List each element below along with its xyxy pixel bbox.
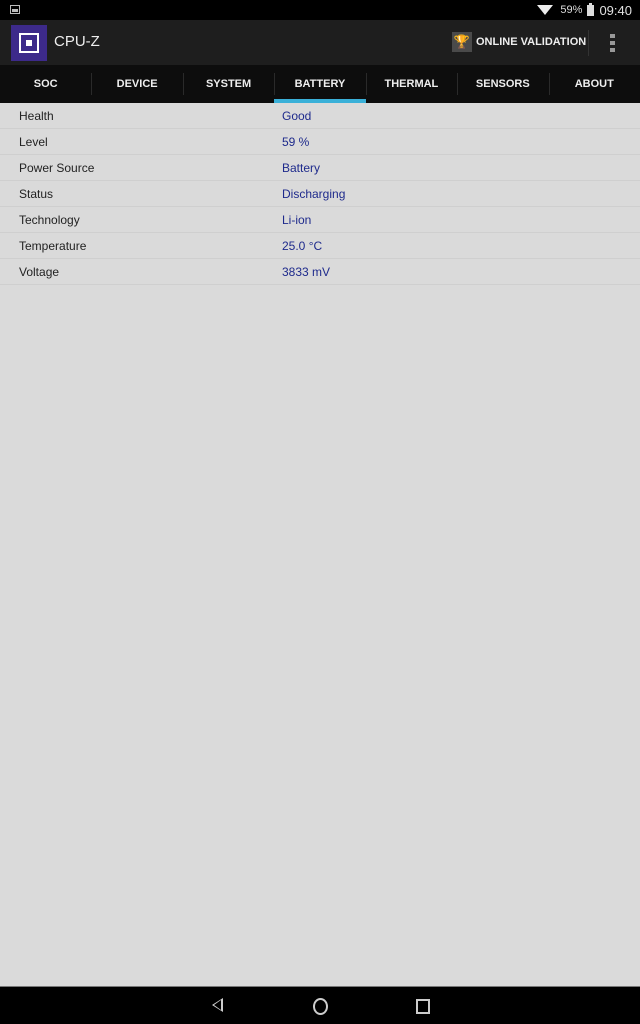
tab-device[interactable]: DEVICE — [91, 65, 182, 103]
info-value: Battery — [282, 161, 321, 175]
info-row-health: Health Good — [0, 103, 640, 129]
info-row-power-source: Power Source Battery — [0, 155, 640, 181]
battery-icon — [587, 2, 595, 16]
trophy-icon: 🏆 — [452, 32, 472, 52]
cpu-chip-icon — [19, 33, 39, 53]
info-key: Health — [19, 109, 54, 123]
back-icon[interactable] — [212, 998, 223, 1012]
tab-thermal[interactable]: THERMAL — [365, 65, 457, 103]
status-bar: 59% 09:40 — [0, 0, 640, 20]
info-value: 25.0 °C — [282, 239, 323, 253]
app-title: CPU-Z — [54, 33, 100, 50]
info-value: Good — [282, 109, 312, 123]
recents-icon[interactable] — [416, 999, 430, 1014]
overflow-menu-icon[interactable] — [610, 34, 616, 52]
app-bar: CPU-Z 🏆 ONLINE VALIDATION — [0, 20, 640, 65]
clock: 09:40 — [599, 2, 632, 18]
info-key: Level — [19, 135, 48, 149]
info-key: Power Source — [19, 161, 95, 175]
tab-bar: SOC DEVICE SYSTEM BATTERY THERMAL SENSOR… — [0, 65, 640, 103]
app-logo — [11, 25, 47, 61]
info-value: Li-ion — [282, 213, 312, 227]
online-validation-label: ONLINE VALIDATION — [476, 36, 587, 48]
info-key: Technology — [19, 213, 80, 227]
online-validation-button[interactable]: 🏆 ONLINE VALIDATION — [452, 30, 586, 54]
info-value: 59 % — [282, 135, 310, 149]
battery-percent: 59% — [560, 4, 583, 16]
tab-battery[interactable]: BATTERY — [274, 65, 367, 103]
tab-soc[interactable]: SOC — [0, 65, 91, 103]
info-value: Discharging — [282, 187, 346, 201]
info-key: Voltage — [19, 265, 60, 279]
info-row-status: Status Discharging — [0, 181, 640, 207]
image-notification-icon — [10, 5, 20, 14]
info-row-level: Level 59 % — [0, 129, 640, 155]
navigation-bar — [0, 986, 640, 1024]
tab-system[interactable]: SYSTEM — [182, 65, 274, 103]
info-row-voltage: Voltage 3833 mV — [0, 259, 640, 285]
info-key: Temperature — [19, 239, 87, 253]
info-value: 3833 mV — [282, 265, 331, 279]
battery-info-list: Health Good Level 59 % Power Source Batt… — [0, 103, 640, 285]
info-key: Status — [19, 187, 54, 201]
divider — [588, 30, 589, 56]
info-row-technology: Technology Li-ion — [0, 207, 640, 233]
home-icon[interactable] — [313, 998, 328, 1015]
wifi-icon — [537, 5, 554, 15]
tab-sensors[interactable]: SENSORS — [457, 65, 548, 103]
tab-about[interactable]: ABOUT — [548, 65, 640, 103]
info-row-temperature: Temperature 25.0 °C — [0, 233, 640, 259]
